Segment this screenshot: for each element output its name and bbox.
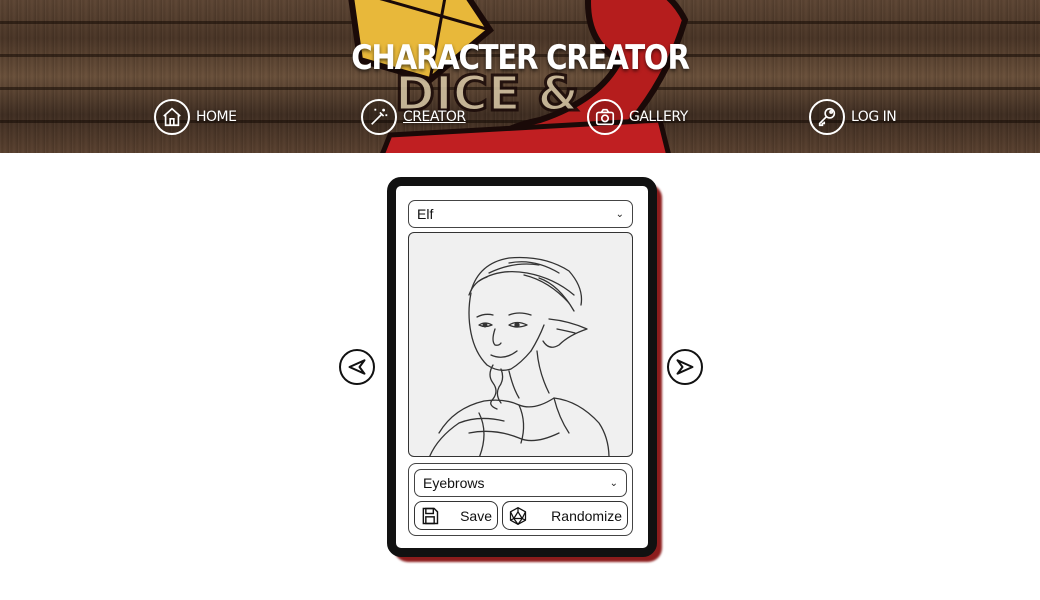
- chevron-down-icon: ⌄: [609, 477, 618, 489]
- magic-wand-icon: [361, 99, 397, 135]
- home-icon: [154, 99, 190, 135]
- nav-login[interactable]: LOG IN: [809, 99, 897, 135]
- race-select[interactable]: Elf ⌄: [408, 200, 633, 228]
- nav-home-label: HOME: [196, 109, 237, 125]
- character-portrait: [408, 232, 633, 457]
- nav-gallery-label: GALLERY: [629, 109, 688, 125]
- nav-creator[interactable]: CREATOR: [361, 99, 466, 135]
- key-icon: [809, 99, 845, 135]
- camera-icon: [587, 99, 623, 135]
- randomize-button-label: Randomize: [551, 507, 622, 524]
- character-card: Elf ⌄ Eyebrows ⌄ Save Randomize: [387, 177, 657, 557]
- previous-button[interactable]: [339, 349, 375, 385]
- nav-login-label: LOG IN: [851, 109, 897, 125]
- race-select-value: Elf: [417, 206, 434, 222]
- save-button-label: Save: [460, 507, 492, 524]
- d20-dice-icon: [509, 506, 527, 525]
- feature-controls: Eyebrows ⌄ Save Randomize: [408, 463, 633, 536]
- floppy-disk-icon: [422, 507, 439, 524]
- site-header: DICE & CHARACTER CREATOR HOME CREATOR GA…: [0, 0, 1040, 153]
- feature-select[interactable]: Eyebrows ⌄: [414, 469, 627, 497]
- feature-select-value: Eyebrows: [423, 475, 485, 491]
- arrow-left-icon: [348, 359, 366, 375]
- randomize-button[interactable]: Randomize: [502, 501, 628, 530]
- chevron-down-icon: ⌄: [615, 208, 624, 220]
- page-title: CHARACTER CREATOR: [351, 38, 690, 78]
- nav-home[interactable]: HOME: [154, 99, 237, 135]
- save-button[interactable]: Save: [414, 501, 498, 530]
- arrow-right-icon: [676, 359, 694, 375]
- nav-creator-label: CREATOR: [403, 109, 466, 125]
- nav-gallery[interactable]: GALLERY: [587, 99, 688, 135]
- elf-portrait-drawing: [429, 256, 610, 456]
- next-button[interactable]: [667, 349, 703, 385]
